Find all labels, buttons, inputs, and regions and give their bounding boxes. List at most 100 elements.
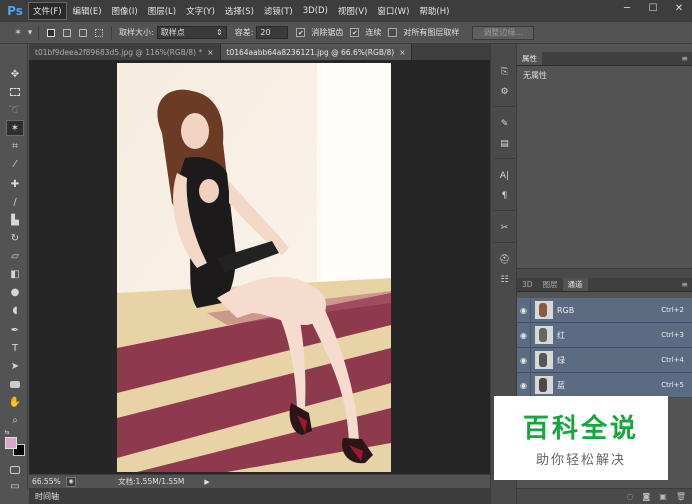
new-channel-icon[interactable]: ▣ (659, 492, 667, 501)
channel-shortcut: Ctrl+4 (661, 356, 684, 364)
screen-mode-icon[interactable]: ▭ (6, 478, 24, 494)
magic-wand-tool-icon[interactable]: ✶ (6, 120, 24, 136)
select-arrows-icon: ⇕ (216, 28, 223, 37)
tools-panel: ✥ ➰ ✶ ⌗ ⁄ ✚ ∕ ▙ ↻ ▱ ◧ ● ◖ ✒ T ➤ ✋ ⌕ ⇆ ▭ (0, 44, 28, 492)
channel-row-blue[interactable]: ◉ 蓝 Ctrl+5 (517, 372, 692, 398)
foreground-color-swatch[interactable] (5, 437, 17, 449)
new-selection-icon[interactable] (43, 26, 59, 40)
minimize-button[interactable]: ─ (614, 0, 640, 16)
menu-view[interactable]: 视图(V) (334, 3, 371, 19)
visibility-eye-icon[interactable]: ◉ (517, 322, 531, 348)
menu-window[interactable]: 窗口(W) (373, 3, 413, 19)
magic-wand-preset-icon[interactable]: ✶ (10, 26, 26, 40)
menu-edit[interactable]: 编辑(E) (69, 3, 106, 19)
tab-3d[interactable]: 3D (517, 278, 538, 291)
swap-colors-icon[interactable]: ⇆ (2, 428, 12, 436)
paragraph-icon[interactable]: ¶ (496, 188, 513, 204)
properties-footer (517, 268, 692, 278)
tolerance-input[interactable]: 20 (256, 26, 289, 39)
zoom-tool-icon[interactable]: ⌕ (6, 412, 24, 428)
move-tool-icon[interactable]: ✥ (6, 66, 24, 82)
all-layers-checkbox[interactable] (388, 28, 398, 37)
panel-menu-icon[interactable]: ≡ (681, 280, 688, 289)
tool-presets-icon[interactable]: ✂ (496, 220, 513, 236)
channel-row-green[interactable]: ◉ 绿 Ctrl+4 (517, 347, 692, 373)
intersect-selection-icon[interactable] (91, 26, 107, 40)
watermark-title: 百科全说 (522, 414, 639, 444)
photoshop-window: Ps 文件(F) 编辑(E) 图像(I) 图层(L) 文字(Y) 选择(S) 滤… (0, 0, 692, 504)
status-menu-icon[interactable]: ▶ (204, 478, 209, 486)
menu-image[interactable]: 图像(I) (108, 3, 142, 19)
antialias-checkbox[interactable]: ✔ (296, 28, 306, 37)
options-bar: ✶ ▾ 取样大小: 取样点 ⇕ 容差: 20 ✔ 消除锯齿 ✔ 连续 对所有图层… (0, 22, 692, 44)
refine-edge-button[interactable]: 调整边缘... (472, 25, 535, 40)
eyedropper-tool-icon[interactable]: ⁄ (6, 156, 24, 172)
layer-comps-icon[interactable]: ⚙ (496, 84, 513, 100)
brush-tool-icon[interactable]: ∕ (6, 194, 24, 210)
document-tab-2[interactable]: t0164aabb64a8236121.jpg @ 66.6%(RGB/8) × (220, 44, 413, 60)
add-selection-icon[interactable] (59, 26, 75, 40)
swatches-icon[interactable]: ▤ (496, 136, 513, 152)
subtract-selection-icon[interactable] (75, 26, 91, 40)
history-icon[interactable]: ⎘ (496, 64, 513, 80)
hand-tool-icon[interactable]: ✋ (6, 394, 24, 410)
crop-tool-icon[interactable]: ⌗ (6, 138, 24, 154)
history-brush-tool-icon[interactable]: ↻ (6, 230, 24, 246)
document-image[interactable] (117, 63, 391, 472)
watermark-subtitle: 助你轻松解决 (535, 453, 626, 468)
separator (111, 25, 112, 40)
shape-tool-icon[interactable] (6, 376, 24, 392)
adjustments-icon[interactable]: ☷ (496, 272, 513, 288)
path-selection-tool-icon[interactable]: ➤ (6, 358, 24, 374)
menu-help[interactable]: 帮助(H) (415, 3, 453, 19)
zoom-level[interactable]: 66.55% (32, 477, 66, 486)
character-icon[interactable]: A| (496, 168, 513, 184)
quick-mask-icon[interactable] (6, 462, 24, 478)
load-selection-icon[interactable]: ◌ (627, 492, 634, 501)
channel-shortcut: Ctrl+2 (661, 306, 684, 314)
restore-button[interactable]: ☐ (640, 0, 666, 16)
menu-select[interactable]: 选择(S) (221, 3, 258, 19)
brush-presets-icon[interactable]: ✎ (496, 116, 513, 132)
sample-size-select[interactable]: 取样点 ⇕ (156, 26, 227, 39)
document-tab-1[interactable]: t01bf9deea2f89683d5.jpg @ 116%(RGB/8) * … (29, 44, 221, 60)
clone-stamp-tool-icon[interactable]: ▙ (6, 212, 24, 228)
marquee-tool-icon[interactable] (6, 84, 24, 100)
dodge-tool-icon[interactable]: ◖ (6, 302, 24, 318)
window-controls: ─ ☐ ✕ (614, 0, 692, 16)
visibility-eye-icon[interactable]: ◉ (517, 347, 531, 373)
menu-3d[interactable]: 3D(D) (299, 4, 332, 18)
lasso-tool-icon[interactable]: ➰ (6, 102, 24, 118)
visibility-eye-icon[interactable]: ◉ (517, 297, 531, 323)
close-tab-icon[interactable]: × (399, 48, 405, 57)
close-button[interactable]: ✕ (666, 0, 692, 16)
channel-name: 红 (557, 330, 565, 340)
clone-source-icon[interactable]: ⛑ (496, 252, 513, 268)
tab-properties[interactable]: 属性 (517, 52, 542, 65)
close-tab-icon[interactable]: × (207, 48, 213, 57)
info-icon[interactable]: ◉ (66, 476, 76, 487)
channel-row-rgb[interactable]: ◉ RGB Ctrl+2 (517, 297, 692, 323)
menu-filter[interactable]: 滤镜(T) (260, 3, 297, 19)
visibility-eye-icon[interactable]: ◉ (517, 372, 531, 398)
eraser-tool-icon[interactable]: ▱ (6, 248, 24, 264)
channel-row-red[interactable]: ◉ 红 Ctrl+3 (517, 322, 692, 348)
panel-menu-icon[interactable]: ≡ (681, 54, 688, 63)
menu-layer[interactable]: 图层(L) (144, 3, 180, 19)
preset-dropdown-icon[interactable]: ▾ (26, 26, 34, 40)
save-selection-icon[interactable]: ◙ (643, 492, 651, 501)
tab-layers[interactable]: 图层 (538, 278, 563, 291)
paint-bucket-tool-icon[interactable]: ◧ (6, 266, 24, 282)
canvas-area[interactable] (29, 60, 490, 474)
blur-tool-icon[interactable]: ● (6, 284, 24, 300)
pen-tool-icon[interactable]: ✒ (6, 322, 24, 338)
menu-file[interactable]: 文件(F) (28, 2, 67, 20)
delete-channel-icon[interactable]: 🗑 (676, 492, 686, 501)
contiguous-checkbox[interactable]: ✔ (350, 28, 360, 37)
healing-brush-tool-icon[interactable]: ✚ (6, 176, 24, 192)
menu-type[interactable]: 文字(Y) (182, 3, 219, 19)
timeline-label[interactable]: 时间轴 (35, 491, 59, 502)
type-tool-icon[interactable]: T (6, 340, 24, 356)
tab-channels[interactable]: 通道 (562, 278, 588, 291)
properties-tabs: 属性 ≡ (517, 52, 692, 66)
